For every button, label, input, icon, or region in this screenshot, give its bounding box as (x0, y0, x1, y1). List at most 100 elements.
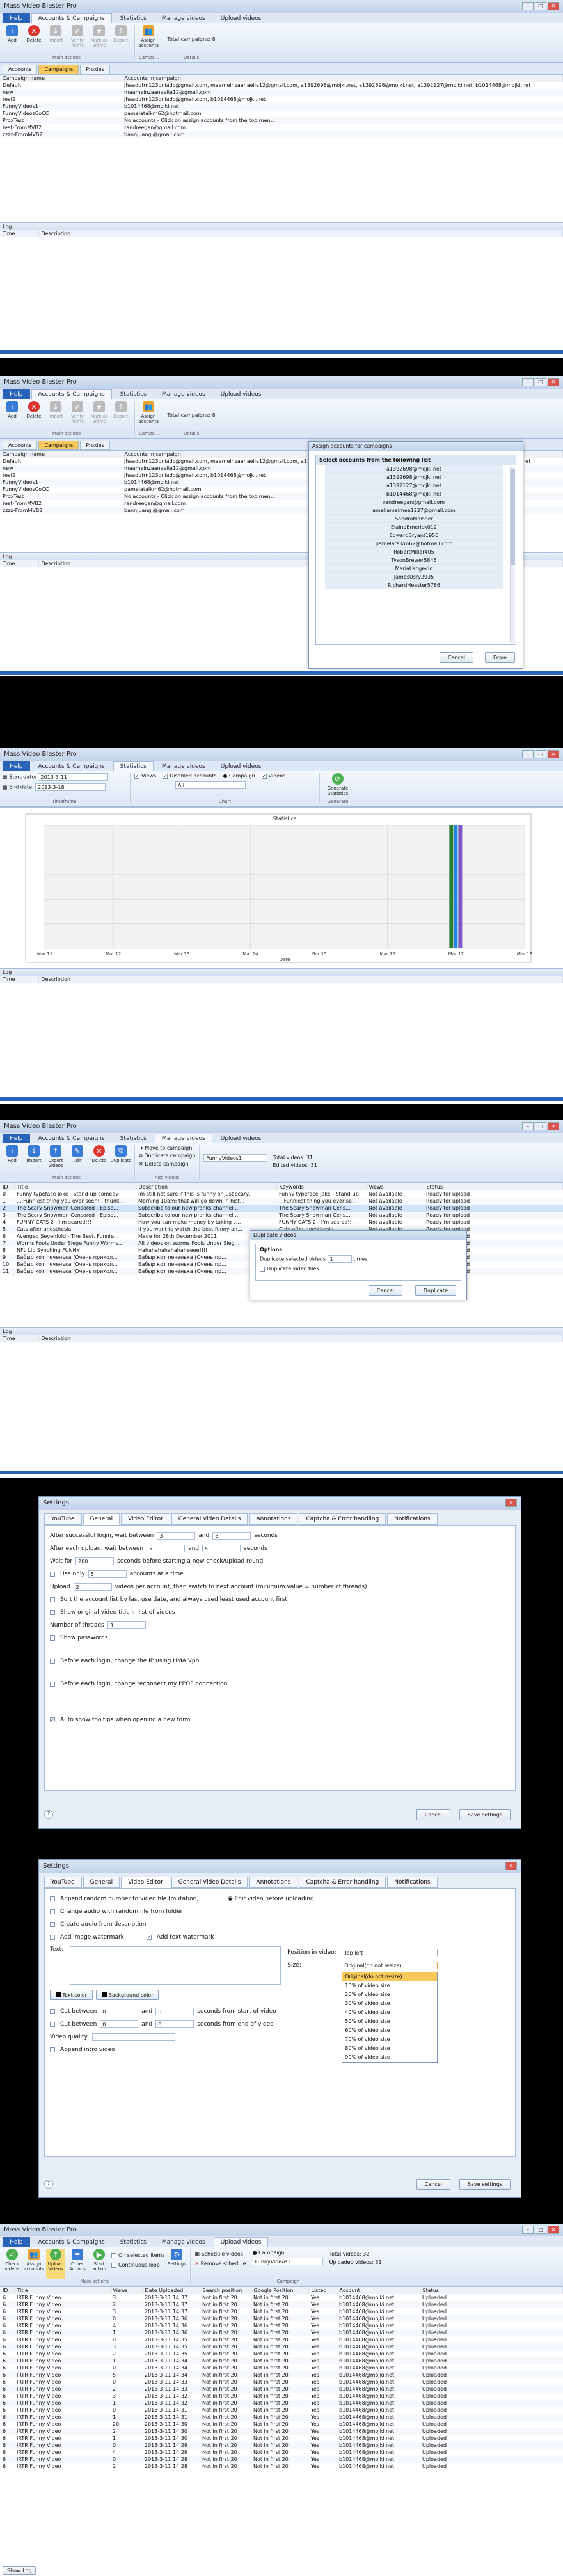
hma-vpn-row[interactable]: Before each login, change the IP using H… (50, 1655, 510, 1667)
upload-row[interactable]: 6 IRTR Funny Video 5 2013-3-11 14:34 Not in … (0, 2371, 563, 2378)
settab-youtube[interactable]: YouTube (44, 1877, 82, 1888)
show-log-button[interactable]: Show Log (3, 2566, 36, 2575)
minimize-icon[interactable]: – (522, 750, 534, 758)
tab-statistics[interactable]: Statistics (113, 389, 154, 399)
account-item[interactable]: b1014468@mojki.net (325, 490, 503, 498)
campaign-select[interactable]: FunnyVideos1 (252, 2258, 323, 2265)
tab-help[interactable]: Help (3, 1134, 30, 1143)
show-original-title-row[interactable]: Show original video title in list of vid… (50, 1606, 510, 1619)
export-button[interactable]: ↑ Export (111, 401, 131, 431)
import-button[interactable]: ↓ Import (46, 401, 65, 431)
background-color-button[interactable]: Background color (95, 1990, 159, 2000)
tab-upload-videos[interactable]: Upload videos (213, 2237, 269, 2247)
col-account[interactable]: Account (337, 2287, 420, 2294)
tab-statistics[interactable]: Statistics (113, 2237, 154, 2247)
duplicate-count-input[interactable]: 1 (327, 1255, 352, 1263)
intro-checkbox[interactable] (50, 2047, 55, 2052)
cut-end-min[interactable]: 0 (100, 2020, 139, 2028)
check-videos-button[interactable]: ✓ Check videos (3, 2249, 22, 2279)
videos-per-account-input[interactable]: 2 (73, 1583, 112, 1591)
change-audio-row[interactable]: Change audio with random file from folde… (50, 1905, 510, 1918)
assign-accounts-button[interactable]: 👥 Assign accounts (138, 25, 159, 55)
upload-row[interactable]: 6 IRTR Funny Video 2 2013-3-11 14:28 Not in … (0, 2463, 563, 2470)
col-campaign-name[interactable]: Campaign name (0, 451, 122, 458)
account-item[interactable]: randreegan@gmail.com (325, 498, 503, 506)
subtab-campaigns[interactable]: Campaigns (38, 65, 79, 74)
settab-video-details[interactable]: General Video Details (171, 1513, 248, 1525)
col-views[interactable]: Views (366, 1183, 424, 1190)
account-item[interactable]: EdwardBryant1956 (325, 531, 503, 540)
remove-schedule-button[interactable]: ✕ Remove schedule (194, 2261, 246, 2267)
close-icon[interactable]: ✕ (548, 2, 559, 10)
save-settings-button[interactable]: Save settings (459, 2179, 511, 2190)
settab-general[interactable]: General (83, 1513, 120, 1525)
settab-general[interactable]: General (83, 1877, 120, 1888)
start-date-picker[interactable]: 2013-3-11 (38, 773, 109, 781)
size-option[interactable]: 70% of video size (342, 2035, 437, 2044)
maximize-icon[interactable]: □ (535, 1122, 546, 1130)
tab-accounts-campaigns[interactable]: Accounts & Campaigns (31, 2237, 112, 2247)
upload-row[interactable]: 6 IRTR Funny Video 0 2013-3-11 14:29 Not in … (0, 2442, 563, 2449)
delete-video-button[interactable]: ✕ Delete (90, 1145, 109, 1175)
position-select[interactable]: Top left (342, 1949, 438, 1956)
cancel-button[interactable]: Cancel (368, 1285, 402, 1296)
assign-accounts-button[interactable]: 👥 Assign accounts (138, 401, 159, 431)
upload-row[interactable]: 6 IRTR Funny Video 2 2013-3-11 14:35 Not in … (0, 2350, 563, 2357)
size-select[interactable]: Original(do not resize) (342, 1962, 438, 1969)
show-passwords-checkbox[interactable] (50, 1635, 55, 1641)
disabled-accounts-checkbox[interactable]: ✓ Disabled accounts (163, 773, 217, 779)
cancel-button[interactable]: Cancel (416, 2179, 450, 2190)
continuous-loop-checkbox[interactable]: Continuous loop (111, 2262, 164, 2268)
save-settings-button[interactable]: Save settings (459, 1809, 511, 1820)
tab-help[interactable]: Help (3, 13, 30, 23)
mutation-checkbox[interactable] (50, 1896, 55, 1901)
subtab-proxies[interactable]: Proxies (80, 65, 110, 74)
campaign-select[interactable]: All (175, 781, 246, 789)
tab-manage-videos[interactable]: Manage videos (154, 1134, 212, 1143)
ppoe-row[interactable]: Before each login, change reconnect my P… (50, 1678, 510, 1690)
cut-end-checkbox[interactable] (50, 2022, 55, 2027)
upload-row[interactable]: 6 IRTR Funny Video 1 2013-3-11 14:30 Not in … (0, 2435, 563, 2442)
upload-row[interactable]: 6 IRTR Funny Video 0 2013-3-11 14:28 Not in … (0, 2456, 563, 2463)
tab-help[interactable]: Help (3, 389, 30, 399)
settab-video-editor[interactable]: Video Editor (121, 1513, 170, 1525)
videos-checkbox[interactable]: ✓ Videos (261, 773, 285, 779)
upload-row[interactable]: 6 IRTR Funny Video 3 2013-3-11 14:35 Not in … (0, 2343, 563, 2350)
col-listed[interactable]: Listed (308, 2287, 337, 2294)
settab-video-editor[interactable]: Video Editor (121, 1877, 170, 1888)
verify-button[interactable]: ✓ Verify items (68, 401, 87, 431)
image-watermark-checkbox[interactable] (50, 1935, 55, 1940)
account-item[interactable]: TysonBrewer5846 (325, 556, 503, 565)
campaign-row[interactable]: test2 jhaadufrn123oniadc@gmail.com, b1014… (0, 96, 563, 103)
tab-upload-videos[interactable]: Upload videos (214, 761, 269, 771)
campaign-row[interactable]: FunnyVideosCoCC pamelataikm62@hotmail.com (0, 110, 563, 117)
account-item[interactable]: a1392127@mojki.net (325, 481, 503, 490)
col-description[interactable]: Description (136, 1183, 277, 1190)
upload-row[interactable]: 6 IRTR Funny Video 4 2013-3-11 14:29 Not in … (0, 2449, 563, 2456)
col-accounts[interactable]: Accounts in campaign (122, 75, 563, 82)
tab-upload-videos[interactable]: Upload videos (214, 1134, 269, 1143)
original-title-checkbox[interactable] (50, 1610, 55, 1615)
start-action-button[interactable]: ▶ Start action (90, 2249, 109, 2279)
on-selected-checkbox[interactable]: On selected items (111, 2252, 164, 2258)
subtab-campaigns[interactable]: Campaigns (38, 441, 79, 450)
tab-manage-videos[interactable]: Manage videos (155, 389, 212, 399)
upload-row[interactable]: 6 IRTR Funny Video 1 2013-3-11 14:34 Not in … (0, 2357, 563, 2364)
cut-start-max[interactable]: 0 (155, 2008, 194, 2015)
upload-row[interactable]: 6 IRTR Funny Video 2 2013-3-11 14:30 Not in … (0, 2428, 563, 2435)
account-item[interactable]: a1392698@mojki.net (325, 473, 503, 481)
settab-video-details[interactable]: General Video Details (171, 1877, 248, 1888)
upload-row[interactable]: 6 IRTR Funny Video 1 2013-3-11 14:32 Not in … (0, 2400, 563, 2407)
col-status[interactable]: Status (420, 2287, 563, 2294)
use-only-checkbox[interactable] (50, 1572, 55, 1577)
delete-button[interactable]: ✕ Delete (24, 401, 44, 431)
done-button[interactable]: Done (484, 652, 515, 663)
account-item[interactable]: pamelataikm62@hotmail.com (325, 540, 503, 548)
size-option[interactable]: 20% of video size (342, 1990, 437, 1999)
upload-row[interactable]: 6 IRTR Funny Video 3 2013-3-11 14:37 Not in … (0, 2294, 563, 2301)
size-option[interactable]: 50% of video size (342, 2017, 437, 2026)
size-option[interactable]: 30% of video size (342, 1999, 437, 2008)
tab-accounts-campaigns[interactable]: Accounts & Campaigns (31, 389, 112, 399)
account-item[interactable]: SandraMaisner (325, 515, 503, 523)
tab-accounts-campaigns[interactable]: Accounts & Campaigns (31, 13, 112, 23)
